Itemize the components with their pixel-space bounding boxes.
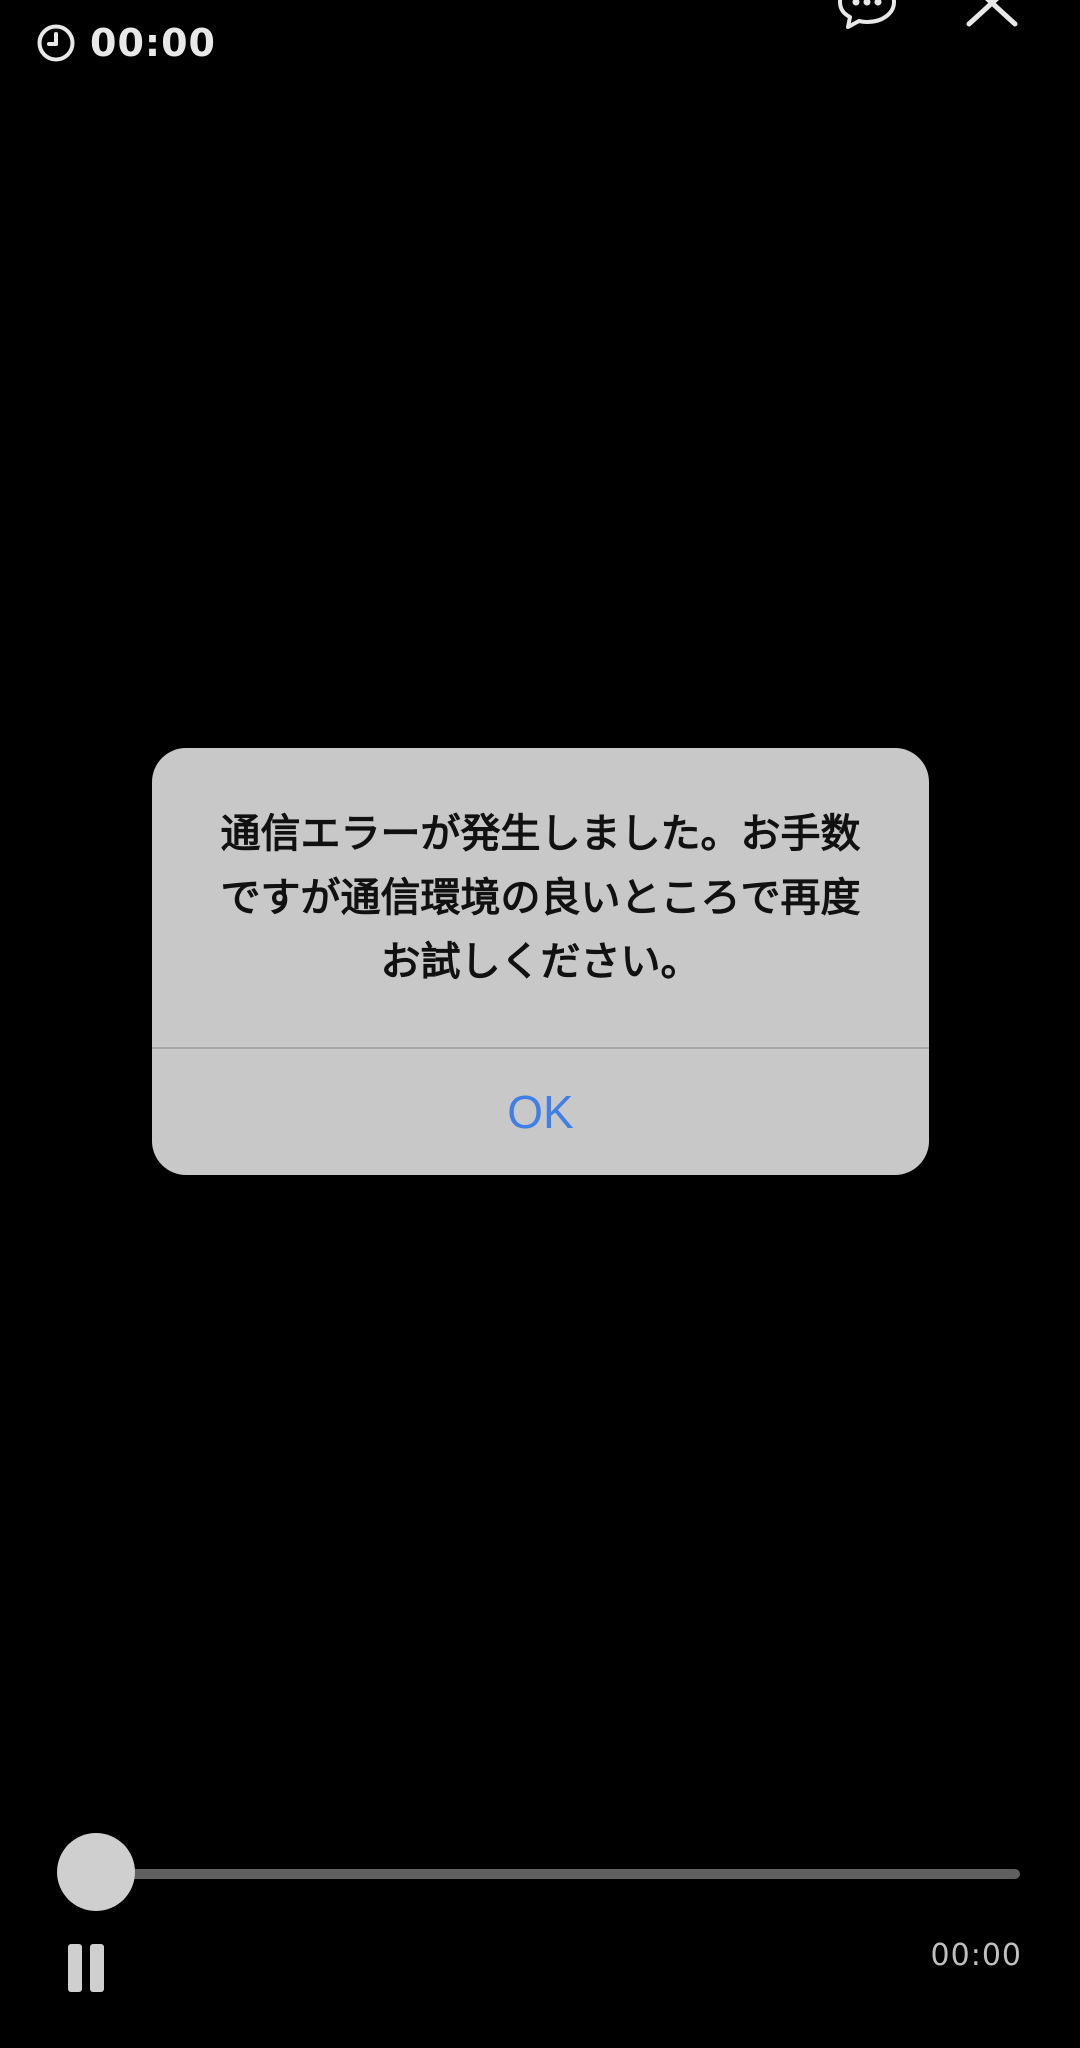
ok-button[interactable]: OK bbox=[152, 1049, 929, 1175]
alert-message: 通信エラーが発生しました。お手数ですが通信環境の良いところで再度お試しください。 bbox=[220, 811, 861, 985]
seek-thumb[interactable] bbox=[57, 1833, 135, 1911]
clock-icon bbox=[36, 23, 76, 63]
close-button[interactable] bbox=[966, 0, 1018, 28]
seek-bar[interactable] bbox=[96, 1869, 1020, 1879]
close-icon bbox=[966, 0, 1018, 27]
elapsed-time-text: 00:00 bbox=[90, 21, 216, 65]
chat-bubble-icon bbox=[838, 0, 896, 29]
pause-button[interactable] bbox=[66, 1944, 106, 1992]
elapsed-timer: 00:00 bbox=[36, 18, 216, 68]
chat-button[interactable] bbox=[836, 0, 898, 30]
error-alert-dialog: 通信エラーが発生しました。お手数ですが通信環境の良いところで再度お試しください。… bbox=[152, 748, 929, 1175]
duration-time-text: 00:00 bbox=[930, 1938, 1022, 1973]
